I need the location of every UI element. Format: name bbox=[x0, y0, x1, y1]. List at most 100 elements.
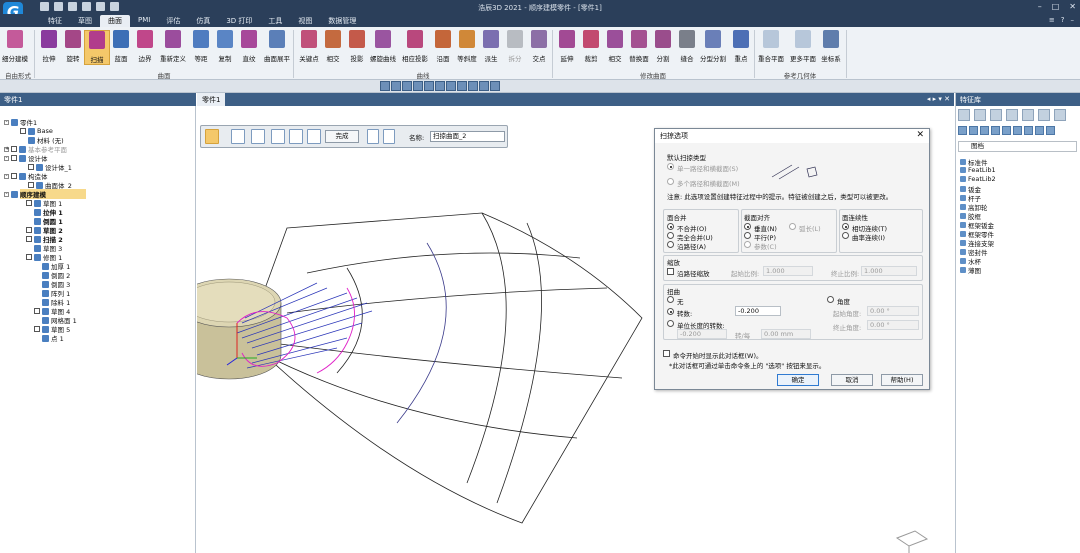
tree-node[interactable]: 设计体_1 bbox=[28, 163, 72, 172]
library-icon[interactable] bbox=[1022, 109, 1034, 121]
help-button[interactable]: 帮助(H) bbox=[881, 374, 923, 386]
window-nav-icons[interactable]: ◂ ▸ ▾ ✕ bbox=[927, 95, 950, 103]
single-path-radio[interactable] bbox=[667, 163, 674, 170]
tree-node[interactable]: - 零件1 bbox=[4, 118, 37, 127]
revolve-button[interactable]: 旋转 bbox=[60, 30, 86, 63]
undo-icon[interactable] bbox=[96, 2, 105, 11]
sweep-button[interactable]: 扫描 bbox=[84, 30, 110, 65]
tree-node[interactable]: 拉伸 1 bbox=[34, 208, 63, 217]
flatten-surface-button[interactable]: 曲面展平 bbox=[262, 30, 292, 63]
stitch-button[interactable]: 缝合 bbox=[674, 30, 700, 63]
tree-node[interactable]: 草图 3 bbox=[34, 244, 62, 253]
start-angle-input[interactable]: 0.00 ° bbox=[867, 306, 919, 316]
isocline-button[interactable]: 等斜度 bbox=[454, 30, 480, 63]
normal-radio[interactable] bbox=[744, 223, 751, 230]
arc-length-radio[interactable] bbox=[789, 223, 796, 230]
copy-button[interactable]: 复制 bbox=[212, 30, 238, 63]
split-button[interactable]: 分割 bbox=[650, 30, 676, 63]
view-tool-icon[interactable] bbox=[468, 81, 478, 91]
paste-icon[interactable] bbox=[1002, 126, 1011, 135]
tree-node[interactable]: - 顺序建模 bbox=[4, 189, 86, 199]
tree-node[interactable]: 除料 1 bbox=[42, 298, 70, 307]
turns-per-length-input[interactable]: -0.200 bbox=[677, 329, 727, 339]
view-tool-icon[interactable] bbox=[435, 81, 445, 91]
subdivision-modeling-button[interactable]: 细分建模 bbox=[2, 30, 28, 63]
tab-tools[interactable]: 工具 bbox=[260, 15, 290, 27]
helix-curve-button[interactable]: 螺旋曲线 bbox=[368, 30, 398, 63]
redo-icon[interactable] bbox=[110, 2, 119, 11]
redefine-button[interactable]: 重新定义 bbox=[158, 30, 188, 63]
grid-icon[interactable] bbox=[974, 109, 986, 121]
preview-icon[interactable] bbox=[307, 129, 321, 144]
along-surface-button[interactable]: 沿面 bbox=[430, 30, 456, 63]
copy-icon[interactable] bbox=[991, 126, 1000, 135]
twist-angle-radio[interactable] bbox=[827, 296, 834, 303]
view-tool-icon[interactable] bbox=[490, 81, 500, 91]
derive-button[interactable]: 派生 bbox=[478, 30, 504, 63]
extrude-button[interactable]: 拉伸 bbox=[36, 30, 62, 63]
view-tool-icon[interactable] bbox=[457, 81, 467, 91]
tree-node[interactable]: 点 1 bbox=[42, 334, 64, 343]
feature-name-input[interactable]: 扫掠曲面_2 bbox=[430, 131, 505, 142]
view-tool-icon[interactable] bbox=[479, 81, 489, 91]
maximize-icon[interactable]: □ bbox=[1052, 2, 1060, 11]
tree-node[interactable]: 草图 4 bbox=[34, 307, 70, 316]
tree-node[interactable]: 倒圆 1 bbox=[34, 217, 63, 226]
folder-select[interactable]: 图档 bbox=[958, 141, 1077, 152]
tree-node[interactable]: 网格面 1 bbox=[42, 316, 77, 325]
dash-icon[interactable]: – bbox=[1071, 16, 1075, 24]
cancel-button[interactable]: 取消 bbox=[831, 374, 873, 386]
multi-path-radio[interactable] bbox=[667, 178, 674, 185]
library-item[interactable]: 薄图 bbox=[960, 265, 981, 275]
split-curve-button[interactable]: 拆分 bbox=[502, 30, 528, 63]
cut-icon[interactable] bbox=[980, 126, 989, 135]
bluesurf-button[interactable]: 蓝面 bbox=[108, 30, 134, 63]
parallel-radio[interactable] bbox=[744, 232, 751, 239]
search-icon[interactable] bbox=[1006, 109, 1018, 121]
properties-icon[interactable] bbox=[1024, 126, 1033, 135]
options-icon[interactable] bbox=[231, 129, 245, 144]
library-item[interactable]: FeatLib2 bbox=[960, 175, 996, 183]
tree-node[interactable]: - 构造体 bbox=[4, 172, 48, 181]
project-button[interactable]: 投影 bbox=[344, 30, 370, 63]
pin-icon[interactable] bbox=[1054, 109, 1066, 121]
tree-node[interactable]: 材料 (无) bbox=[28, 136, 64, 145]
tree-node[interactable]: 修图 1 bbox=[26, 253, 62, 262]
curvature-radio[interactable] bbox=[842, 232, 849, 239]
delete-icon[interactable] bbox=[1013, 126, 1022, 135]
parametric-radio[interactable] bbox=[744, 241, 751, 248]
open-icon[interactable] bbox=[54, 2, 63, 11]
end-angle-input[interactable]: 0.00 ° bbox=[867, 320, 919, 330]
tree-node[interactable]: 阵列 1 bbox=[42, 289, 70, 298]
collapse-icon[interactable] bbox=[367, 129, 379, 144]
tab-view[interactable]: 视图 bbox=[290, 15, 320, 27]
tab-3d-print[interactable]: 3D 打印 bbox=[218, 15, 260, 27]
view-icon[interactable] bbox=[1035, 126, 1044, 135]
document-tab[interactable]: 零件1 bbox=[197, 93, 226, 106]
tab-data-management[interactable]: 数据管理 bbox=[320, 15, 364, 27]
no-merge-radio[interactable] bbox=[667, 223, 674, 230]
close-icon[interactable]: ✕ bbox=[916, 130, 924, 140]
add-icon[interactable] bbox=[958, 126, 967, 135]
start-point-icon[interactable] bbox=[289, 129, 303, 144]
book-icon[interactable] bbox=[990, 109, 1002, 121]
full-merge-radio[interactable] bbox=[667, 232, 674, 239]
twist-none-radio[interactable] bbox=[667, 296, 674, 303]
tab-sketch[interactable]: 草图 bbox=[70, 15, 100, 27]
tab-surface[interactable]: 曲面 bbox=[100, 15, 130, 27]
tree-node[interactable]: 扫描 2 bbox=[26, 235, 63, 244]
tree-node[interactable]: 草图 1 bbox=[26, 199, 62, 208]
tree-node[interactable]: + 基本参考平面 bbox=[4, 145, 67, 154]
ribbon-options[interactable]: ≡? – bbox=[1049, 16, 1074, 24]
library-item[interactable]: FeatLib1 bbox=[960, 166, 996, 174]
along-path-radio[interactable] bbox=[667, 241, 674, 248]
cross-section-icon[interactable] bbox=[271, 129, 285, 144]
path-step-icon[interactable] bbox=[251, 129, 265, 144]
ruled-button[interactable]: 直纹 bbox=[236, 30, 262, 63]
view-tool-icon[interactable] bbox=[391, 81, 401, 91]
expand-icon[interactable] bbox=[383, 129, 395, 144]
parting-split-button[interactable]: 分型分割 bbox=[698, 30, 728, 63]
trim-button[interactable]: 裁剪 bbox=[578, 30, 604, 63]
new-icon[interactable] bbox=[40, 2, 49, 11]
extend-button[interactable]: 延伸 bbox=[554, 30, 580, 63]
